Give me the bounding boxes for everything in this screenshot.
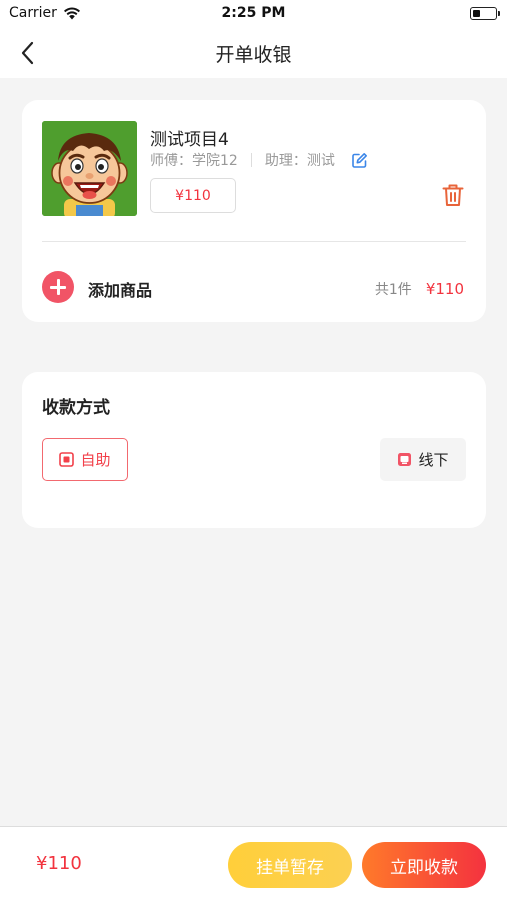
payment-option-offline[interactable]: 线下 (380, 438, 466, 481)
hold-order-button[interactable]: 挂单暂存 (228, 842, 352, 888)
screen: Carrier 2:25 PM 开单收银 测试项目4 师傅：学院12 助理：测试… (0, 0, 507, 900)
order-card: 测试项目4 师傅：学院12 助理：测试 ¥110 添加商品 共1件 ¥110 (22, 100, 486, 322)
battery-level (473, 10, 481, 17)
assistant-label: 助理：测试 (264, 153, 335, 169)
staff-row: 师傅：学院12 助理：测试 (150, 150, 368, 170)
nav-bar: 开单收银 (0, 28, 507, 78)
order-summary: 共1件 ¥110 (375, 279, 464, 299)
product-name: 测试项目4 (150, 130, 229, 150)
add-product-button[interactable] (42, 271, 74, 303)
battery-icon (470, 7, 500, 20)
status-bar: Carrier 2:25 PM (0, 0, 507, 28)
cartoon-boy-avatar (42, 121, 137, 216)
offline-label: 线下 (418, 451, 449, 469)
payment-option-self-service[interactable]: 自助 (42, 438, 128, 481)
trash-icon[interactable] (442, 183, 464, 207)
product-image (42, 121, 137, 216)
price-input[interactable]: ¥110 (150, 178, 236, 213)
add-product-label[interactable]: 添加商品 (88, 277, 152, 301)
self-service-icon (59, 452, 75, 467)
payment-card: 收款方式 自助 线下 (22, 372, 486, 528)
clock-time: 2:25 PM (221, 5, 286, 21)
bottom-bar: ¥110 挂单暂存 立即收款 (0, 826, 507, 900)
offline-icon (398, 453, 412, 466)
item-count: 共1件 (374, 282, 412, 298)
order-total: ¥110 (425, 280, 464, 298)
page-title: 开单收银 (215, 44, 292, 66)
divider (42, 241, 466, 242)
edit-icon[interactable] (351, 152, 368, 169)
self-service-label: 自助 (80, 451, 111, 469)
collect-payment-button[interactable]: 立即收款 (362, 842, 486, 888)
payment-title: 收款方式 (42, 398, 110, 418)
bottom-total: ¥110 (36, 853, 82, 874)
master-label: 师傅：学院12 (150, 153, 238, 169)
staff-divider (250, 153, 252, 167)
